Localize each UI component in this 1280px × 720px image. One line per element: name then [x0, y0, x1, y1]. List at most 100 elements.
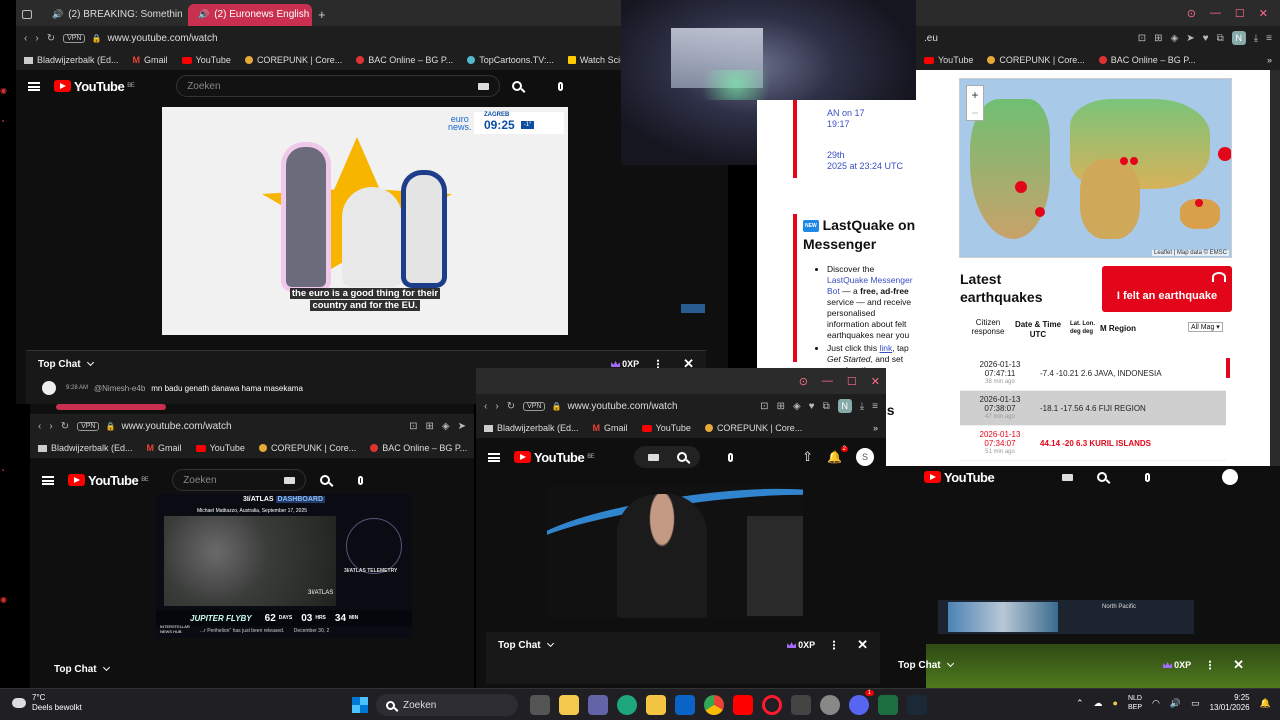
vpn-badge[interactable]: VPN [63, 33, 86, 43]
youtube-logo[interactable]: YouTube [924, 470, 995, 485]
quake-dot[interactable] [1195, 199, 1203, 207]
quake-dot[interactable] [1120, 157, 1128, 165]
menu-icon[interactable] [28, 81, 40, 91]
top-chat-dropdown[interactable]: Top Chat [898, 660, 941, 671]
scrollbar[interactable] [1270, 70, 1280, 472]
bookmark-topcartoons[interactable]: TopCartoons.TV:... [467, 55, 554, 65]
minimize-icon[interactable]: — [822, 375, 833, 387]
new-tab-icon[interactable]: + [318, 7, 326, 22]
more-icon[interactable] [833, 640, 836, 650]
start-button[interactable] [350, 695, 370, 715]
link[interactable]: 2025 at 23:24 UTC [827, 161, 903, 172]
search-tabs-icon[interactable]: ⊙ [799, 375, 808, 388]
snapshot-icon[interactable]: ⊞ [777, 401, 785, 412]
search-icon[interactable] [320, 475, 331, 485]
heart-icon[interactable]: ♥ [809, 401, 815, 412]
video-player[interactable]: euro news. ZAGREB 09:25 -1° the euro is a… [162, 107, 568, 335]
link[interactable]: 29th [827, 150, 903, 161]
battery-icon[interactable]: ▭ [1191, 698, 1200, 709]
wifi-icon[interactable]: ◠ [1152, 698, 1160, 709]
bookmark-bac[interactable]: BAC Online – BG P... [1098, 55, 1196, 65]
calculator-icon[interactable] [791, 695, 811, 715]
menu-icon[interactable]: ≡ [1266, 33, 1272, 44]
search-pill[interactable] [634, 446, 701, 468]
weather-widget[interactable]: 7°C Deels bewolkt [12, 693, 82, 713]
url-field[interactable]: www.youtube.com/watch [121, 421, 231, 432]
language-indicator[interactable]: NLD BEP [1128, 694, 1142, 712]
send-icon[interactable]: ➤ [458, 421, 466, 432]
download-icon[interactable]: ⤓ [860, 401, 864, 412]
bookmark-corepunk[interactable]: COREPUNK | Core... [987, 55, 1085, 65]
notifications-icon[interactable]: 🔔 [1260, 698, 1271, 709]
more-icon[interactable] [1209, 660, 1212, 670]
list-scrollbar[interactable] [1226, 358, 1230, 378]
quake-row[interactable]: 2026-01-13 07:34:07 51 min ago 44.14 -20 6… [960, 426, 1226, 461]
menu-icon[interactable] [488, 452, 500, 462]
bookmark-bac[interactable]: BAC Online – BG P... [370, 443, 467, 453]
microphone-icon[interactable] [358, 475, 364, 485]
microphone-tray-icon[interactable]: ● [1113, 698, 1118, 708]
pin-icon[interactable]: ⊡ [409, 421, 417, 432]
chrome-icon[interactable] [704, 695, 724, 715]
zoom-in-button[interactable]: + [967, 86, 983, 104]
explorer-icon[interactable] [646, 695, 666, 715]
close-icon[interactable]: ✕ [857, 637, 868, 653]
teams-icon[interactable] [588, 695, 608, 715]
video-player[interactable] [547, 486, 803, 618]
maximize-icon[interactable]: ☐ [847, 375, 857, 388]
bookmark-youtube[interactable]: YouTube [924, 55, 973, 65]
edge-icon[interactable] [617, 695, 637, 715]
quake-row[interactable]: 2026-01-13 07:47:11 38 min ago -7.4 -10.21… [960, 356, 1226, 391]
search-icon[interactable] [512, 81, 523, 91]
back-icon[interactable]: ‹ [38, 421, 41, 432]
forward-icon[interactable]: › [495, 401, 498, 412]
bookmark-gmail[interactable]: M Gmail [133, 55, 168, 65]
pin-icon[interactable]: ⊡ [760, 401, 768, 412]
keyboard-icon[interactable] [647, 453, 659, 461]
extensions-icon[interactable]: ⧉ [1217, 33, 1224, 44]
mag-filter-select[interactable]: All Mag ▾ [1188, 322, 1223, 332]
close-icon[interactable]: ✕ [1259, 7, 1268, 20]
notifications-icon[interactable]: 🔔 2 [827, 446, 848, 464]
search-icon[interactable] [676, 452, 687, 462]
keyboard-icon[interactable] [284, 476, 296, 484]
top-chat-dropdown[interactable]: Top Chat [54, 664, 97, 675]
chevron-up-icon[interactable]: ⌃ [1076, 698, 1084, 709]
snapshot-icon[interactable]: ⊞ [1154, 33, 1162, 44]
microphone-icon[interactable] [558, 81, 564, 91]
bookmark-youtube[interactable]: YouTube [641, 423, 691, 433]
felt-earthquake-button[interactable]: I felt an earthquake [1102, 266, 1232, 312]
sidebar-icon[interactable]: ◔ [0, 466, 14, 475]
close-icon[interactable]: ✕ [871, 375, 880, 388]
quake-dot[interactable] [1218, 147, 1231, 161]
chevron-down-icon[interactable] [86, 358, 94, 367]
zoom-out-button[interactable]: − [967, 104, 983, 122]
tab-breaking[interactable]: 🔊 (2) BREAKING: Something [42, 4, 182, 26]
chevron-down-icon[interactable] [546, 639, 554, 648]
youtube-logo[interactable]: YouTube BE [54, 79, 135, 94]
send-icon[interactable]: ➤ [1186, 33, 1194, 44]
keyboard-icon[interactable] [478, 82, 490, 90]
outlook-icon[interactable] [675, 695, 695, 715]
quake-row[interactable]: 2026-01-13 07:38:07 47 min ago -18.1 -17.5… [960, 391, 1226, 426]
back-icon[interactable]: ‹ [484, 401, 487, 412]
settings-icon[interactable] [820, 695, 840, 715]
close-icon[interactable]: ✕ [1233, 657, 1244, 673]
onedrive-icon[interactable]: ☁ [1094, 698, 1103, 709]
share-icon[interactable]: ⇧ [802, 449, 813, 465]
pin-icon[interactable]: ⊡ [1138, 33, 1146, 44]
search-input[interactable]: Zoeken [176, 75, 501, 97]
reload-icon[interactable]: ↻ [61, 421, 69, 432]
profile-avatar[interactable]: N [1231, 31, 1246, 45]
volume-icon[interactable]: 🔊 [1170, 698, 1181, 709]
microphone-icon[interactable] [1145, 472, 1151, 482]
profile-avatar[interactable]: N [837, 399, 852, 413]
shield-icon[interactable]: ◈ [1171, 33, 1179, 44]
avatar[interactable]: S [856, 448, 874, 466]
sidebar-toggle-icon[interactable] [22, 10, 32, 19]
menu-icon[interactable]: ≡ [872, 401, 878, 412]
opera-icon[interactable] [762, 695, 782, 715]
maximize-icon[interactable]: ☐ [1235, 7, 1245, 20]
top-chat-dropdown[interactable]: Top Chat [38, 359, 81, 370]
shield-icon[interactable]: ◈ [793, 401, 801, 412]
